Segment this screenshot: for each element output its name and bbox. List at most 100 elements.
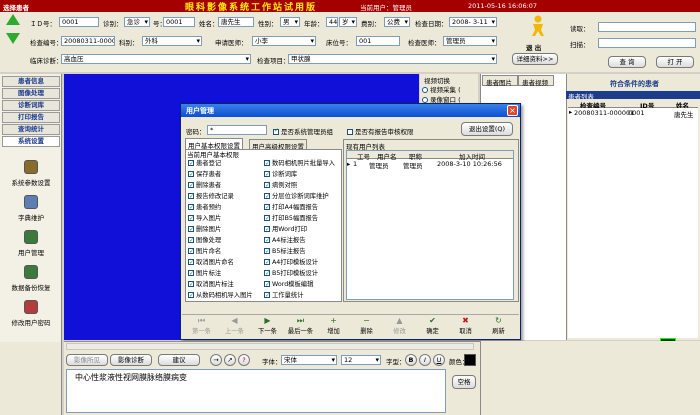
permission-checkbox[interactable]: 病例对照 — [264, 180, 335, 191]
gender-select[interactable]: 男 — [280, 17, 300, 27]
permission-checkbox[interactable]: 打印B5幅面报告 — [264, 213, 335, 224]
exit-label[interactable]: 退 出 — [526, 42, 541, 52]
permission-checkbox[interactable]: 患者预约 — [188, 202, 253, 213]
table-row[interactable]: ▸ 1 管理员 管理员 2008-3-10 10:26:56 — [347, 160, 513, 170]
permission-checkbox[interactable]: 保存患者 — [188, 169, 253, 180]
applicant-select[interactable]: 小李 — [252, 36, 316, 46]
nav-item-3[interactable]: 数据备份恢复 — [0, 265, 62, 300]
arrow-left-button[interactable]: ↗ — [224, 354, 236, 366]
arrow-right-button[interactable]: → — [210, 354, 222, 366]
findings-button[interactable]: 影像所见 — [66, 354, 108, 366]
editor-scrollbar[interactable] — [66, 343, 474, 350]
permission-checkbox[interactable]: 报告修改记录 — [188, 191, 253, 202]
font-select[interactable]: 宋体 — [281, 355, 337, 365]
examiner-select[interactable]: 管理员 — [443, 36, 497, 46]
query-button[interactable]: 查 询 — [608, 56, 646, 68]
name-input[interactable]: 唐先生 — [218, 17, 254, 27]
nav-button-6[interactable]: ▲ 修改 — [383, 316, 416, 338]
report-text-editor[interactable]: 中心性浆液性视网膜脉络膜病变 — [66, 369, 446, 413]
select-patient-label[interactable]: 选择患者 — [3, 2, 29, 12]
nav-button-2[interactable]: ▶ 下一条 — [251, 316, 284, 338]
exam-item-select[interactable]: 甲状腺 — [288, 54, 497, 64]
clinical-diagnosis-select[interactable]: 高血压 — [61, 54, 251, 64]
suggestion-button[interactable]: 建议 — [158, 354, 200, 366]
exam-date-select[interactable]: 2008- 3-11 — [449, 17, 497, 27]
nav-item-4[interactable]: 修改用户密码 — [0, 300, 62, 335]
permission-checkbox[interactable]: 分层位诊断词库维护 — [264, 191, 335, 202]
permission-checkbox[interactable]: 图像处理 — [188, 235, 253, 246]
permission-checkbox[interactable]: 从数码相机导入图片 — [188, 290, 253, 301]
nav-tab-2[interactable]: 诊断词库 — [2, 100, 60, 111]
tab-patient-videos[interactable]: 患者视频 — [518, 75, 554, 87]
permission-checkbox[interactable]: 用Word打印 — [264, 224, 335, 235]
age-input[interactable]: 44 — [326, 17, 338, 27]
dept-select[interactable]: 外科 — [142, 36, 202, 46]
nav-button-5[interactable]: − 删除 — [350, 316, 383, 338]
exam-no-input[interactable]: 20080311-000001 — [61, 36, 115, 46]
nav-item-0[interactable]: 系统参数设置 — [0, 160, 62, 195]
nav-button-4[interactable]: + 增加 — [317, 316, 350, 338]
video-capture-option[interactable]: 视频采集 ( — [422, 84, 461, 94]
font-label: 字体： — [262, 358, 282, 366]
fee-select[interactable]: 公费 — [384, 17, 410, 27]
permission-checkbox[interactable]: Word模板编辑 — [264, 279, 335, 290]
exit-settings-button[interactable]: 退出设置(Q) — [461, 122, 513, 136]
nav-tab-1[interactable]: 图像处理 — [2, 88, 60, 99]
tab-patient-images[interactable]: 患者图片 — [482, 75, 518, 87]
permission-checkbox[interactable]: B5标注报告 — [264, 246, 335, 257]
nav-tab-3[interactable]: 打印报告 — [2, 112, 60, 123]
permission-checkbox[interactable]: 取消图片命名 — [188, 257, 253, 268]
permission-checkbox[interactable]: B5打印模板设计 — [264, 268, 335, 279]
color-swatch[interactable] — [464, 354, 476, 366]
permission-checkbox[interactable]: 删除患者 — [188, 180, 253, 191]
nav-tab-4[interactable]: 查询统计 — [2, 124, 60, 135]
reader-input[interactable] — [598, 22, 696, 32]
bold-button[interactable]: B — [405, 354, 417, 366]
nav-button-3[interactable]: ⏭ 最后一条 — [284, 316, 317, 338]
font-size-select[interactable]: 12 — [341, 355, 381, 365]
password-input[interactable]: * — [207, 125, 267, 135]
permission-checkbox[interactable]: 诊断词库 — [264, 169, 335, 180]
nav-item-1[interactable]: 字典维护 — [0, 195, 62, 230]
nav-tab-0[interactable]: 患者信息 — [2, 76, 60, 87]
number-input[interactable]: 0001 — [163, 17, 195, 27]
open-button[interactable]: 打 开 — [656, 56, 694, 68]
reviewer-checkbox[interactable]: 是否有报告审核权限 — [347, 126, 414, 136]
previous-patient-arrow-icon[interactable] — [6, 14, 20, 25]
permission-checkbox[interactable]: 数码相机照片批量导入 — [264, 158, 335, 169]
age-unit-select[interactable]: 岁 — [339, 17, 357, 27]
nav-tab-5[interactable]: 系统设置 — [2, 136, 60, 147]
nav-button-1[interactable]: ◀ 上一条 — [218, 316, 251, 338]
bed-input[interactable]: 001 — [356, 36, 400, 46]
permission-checkbox[interactable]: 导入图片 — [188, 213, 253, 224]
diagnosis-type-select[interactable]: 急诊 — [124, 17, 150, 27]
permission-checkbox[interactable]: 删除图片 — [188, 224, 253, 235]
permission-checkbox[interactable]: 打印A4幅面报告 — [264, 202, 335, 213]
underline-button[interactable]: U — [433, 354, 445, 366]
nav-button-9[interactable]: ↻ 刷新 — [482, 316, 515, 338]
permission-checkbox[interactable]: A4标注报告 — [264, 235, 335, 246]
font-color-button[interactable]: ? — [238, 354, 250, 366]
diagnosis-button[interactable]: 影像诊断 — [110, 354, 152, 366]
permission-checkbox[interactable]: A4打印模板设计 — [264, 257, 335, 268]
dialog-title-bar[interactable]: 用户管理 × — [181, 104, 520, 117]
space-button[interactable]: 空格 — [452, 375, 476, 389]
next-patient-arrow-icon[interactable] — [6, 33, 20, 44]
table-row[interactable]: ▸ 20080311-000001 0001 唐先生 — [568, 108, 698, 119]
exit-person-icon[interactable] — [531, 15, 545, 37]
nav-button-7[interactable]: ✔ 确定 — [416, 316, 449, 338]
scan-input[interactable] — [598, 38, 696, 48]
close-icon[interactable]: × — [507, 105, 518, 116]
permission-checkbox[interactable]: 图片标注 — [188, 268, 253, 279]
detail-button[interactable]: 详细资料>> — [512, 53, 558, 65]
italic-button[interactable]: I — [419, 354, 431, 366]
permission-checkbox[interactable]: 取消图片标注 — [188, 279, 253, 290]
permission-checkbox[interactable]: 图片命名 — [188, 246, 253, 257]
permission-checkbox[interactable]: 工作量统计 — [264, 290, 335, 301]
permission-checkbox[interactable]: 患者登记 — [188, 158, 253, 169]
nav-button-8[interactable]: ✖ 取消 — [449, 316, 482, 338]
admin-group-checkbox[interactable]: 是否系统管理员组 — [273, 126, 333, 136]
id-input[interactable]: 0001 — [59, 17, 99, 27]
nav-item-2[interactable]: 用户管理 — [0, 230, 62, 265]
nav-button-0[interactable]: ⏮ 第一条 — [185, 316, 218, 338]
